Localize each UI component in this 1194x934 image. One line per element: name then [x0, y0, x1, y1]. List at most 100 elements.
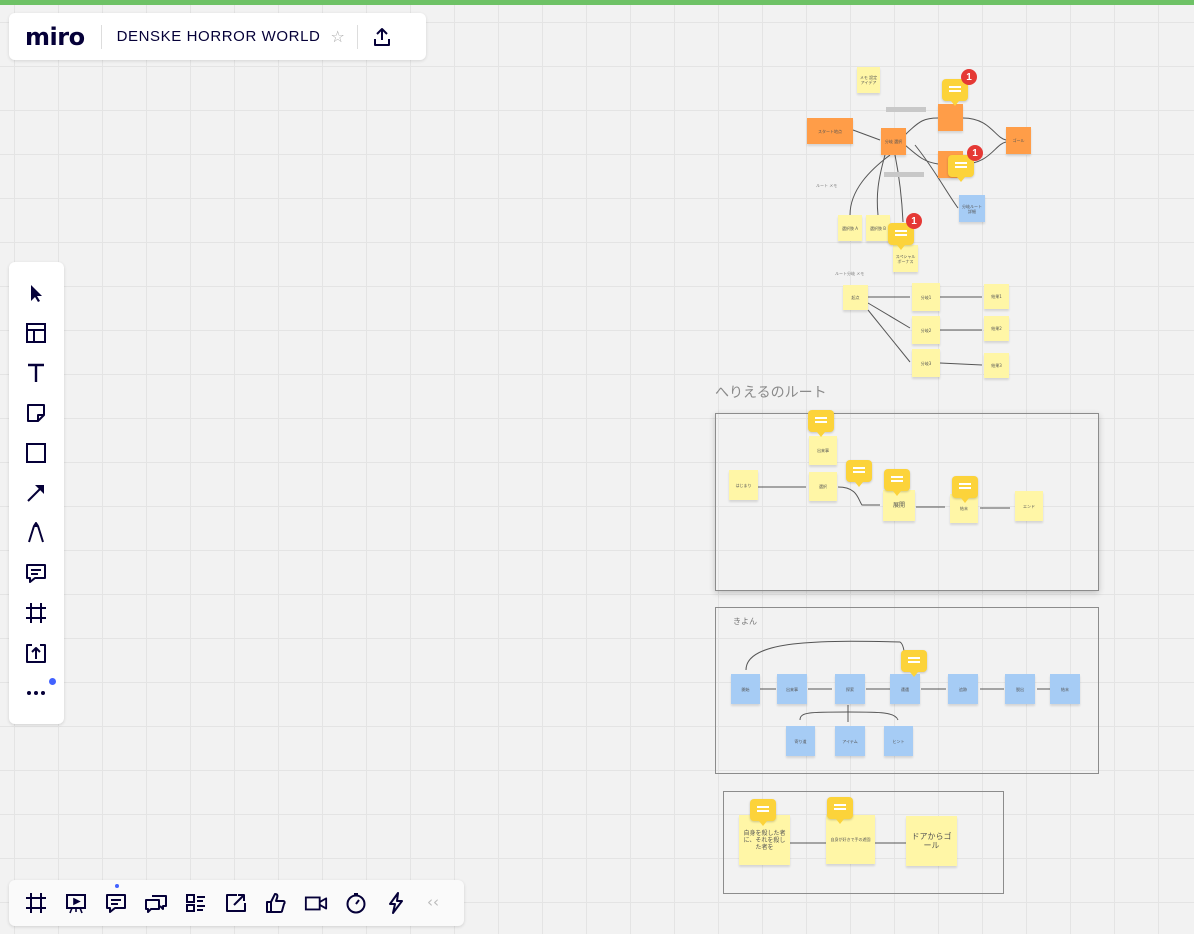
text-block[interactable]: [886, 107, 926, 112]
timer-icon: [346, 893, 366, 914]
comment-bubble[interactable]: [827, 797, 853, 824]
board-title[interactable]: DENSKE HORROR WORLD: [117, 28, 321, 45]
cards-icon: [186, 894, 205, 912]
sticky-note[interactable]: エンド: [1015, 491, 1043, 521]
share-screen-button[interactable]: [224, 891, 248, 915]
cursor-icon: [31, 285, 42, 302]
frames-button[interactable]: [24, 891, 48, 915]
sticky-note[interactable]: 結末: [1050, 674, 1080, 704]
sticky-note[interactable]: 遭遇: [890, 674, 920, 704]
notification-dot: [115, 884, 119, 888]
template-icon: [26, 323, 46, 343]
comment-bubble[interactable]: [952, 476, 978, 503]
sticky-note[interactable]: 分岐ルート 詳細: [959, 195, 985, 222]
sticky-note[interactable]: ドアからゴール: [906, 816, 957, 866]
frame-icon: [26, 893, 46, 913]
sticky-note[interactable]: 探索: [835, 674, 865, 704]
comment-bubble[interactable]: [750, 799, 776, 826]
chat-button[interactable]: [144, 891, 168, 915]
lightning-icon: [389, 892, 403, 914]
sticky-note[interactable]: 分岐2: [912, 316, 940, 344]
templates-tool[interactable]: [24, 321, 48, 345]
sticky-note[interactable]: ヒント: [884, 726, 913, 756]
text-icon: [28, 363, 44, 382]
select-tool[interactable]: [24, 281, 48, 305]
more-apps-tool[interactable]: [24, 681, 48, 705]
sticky-note[interactable]: 結果3: [984, 353, 1009, 378]
sticky-note[interactable]: 分岐3: [912, 349, 940, 377]
share-upload-button[interactable]: [368, 23, 396, 51]
frame-title: きよん: [733, 617, 757, 626]
shape-tool[interactable]: [24, 441, 48, 465]
sticky-note[interactable]: 出来事: [809, 436, 837, 465]
miro-logo[interactable]: miro: [25, 23, 85, 51]
text-annotation: ルート分岐 メモ: [835, 271, 865, 276]
comment-tool[interactable]: [24, 561, 48, 585]
board-header: miro DENSKE HORROR WORLD ☆: [9, 13, 426, 60]
more-icon: [27, 691, 45, 695]
sticky-note[interactable]: 起点: [843, 285, 868, 310]
divider: [100, 24, 102, 49]
chat-icon: [145, 895, 167, 913]
text-tool[interactable]: [24, 361, 48, 385]
sticky-note-icon: [27, 404, 45, 422]
upload-icon: [26, 644, 46, 663]
sticky-note[interactable]: はじまり: [729, 470, 758, 500]
comment-icon: [26, 564, 46, 583]
sticky-note[interactable]: 分岐 選択: [881, 128, 906, 155]
comment-icon: [106, 894, 126, 913]
present-button[interactable]: [64, 891, 88, 915]
sticky-note-tool[interactable]: [24, 401, 48, 425]
sticky-note[interactable]: 脱出: [1005, 674, 1035, 704]
sticky-note[interactable]: 分岐1: [912, 283, 940, 311]
sticky-note[interactable]: 選択肢 A: [838, 215, 862, 241]
cards-button[interactable]: [184, 891, 208, 915]
comment-bubble[interactable]: [884, 469, 910, 496]
screen-share-icon: [226, 894, 246, 912]
arrow-icon: [27, 485, 44, 502]
comment-bubble[interactable]: [846, 460, 872, 487]
pen-tool[interactable]: [24, 521, 48, 545]
unread-badge: 1: [967, 145, 983, 161]
comment-bubble[interactable]: [808, 410, 834, 437]
sticky-note[interactable]: アイテム: [835, 726, 865, 756]
sticky-note[interactable]: 開始: [731, 674, 760, 704]
text-annotation: ルート メモ: [816, 183, 838, 188]
unread-badge: 1: [906, 213, 922, 229]
unread-badge: 1: [961, 69, 977, 85]
sticky-note[interactable]: 選択肢 B: [866, 215, 890, 241]
upload-tool[interactable]: [24, 641, 48, 665]
pen-icon: [28, 522, 44, 543]
sticky-note[interactable]: [938, 104, 963, 131]
sticky-note[interactable]: ゴール: [1006, 127, 1031, 154]
frame-tool[interactable]: [24, 601, 48, 625]
comments-button[interactable]: [104, 891, 128, 915]
sticky-note[interactable]: 結果2: [984, 316, 1009, 341]
square-icon: [26, 443, 46, 463]
timer-button[interactable]: [344, 891, 368, 915]
sticky-note[interactable]: 寄り道: [786, 726, 815, 756]
sticky-note[interactable]: 出来事: [777, 674, 807, 704]
sticky-note[interactable]: 追跡: [948, 674, 978, 704]
collaboration-toolbar: ‹‹: [9, 880, 464, 926]
collapse-toolbar-icon[interactable]: ‹‹: [427, 893, 439, 911]
board-canvas[interactable]: メモ 設定 アイデア スタート地点 分岐 選択 ゴール 分岐ルート 詳細 ルート…: [0, 0, 1194, 934]
section-title: へりえるのルート: [715, 385, 827, 401]
sticky-note[interactable]: メモ 設定 アイデア: [857, 67, 880, 93]
sticky-note[interactable]: 自身が好きで手の遊園: [826, 815, 875, 864]
video-button[interactable]: [304, 891, 328, 915]
sticky-note[interactable]: 選択: [809, 472, 837, 501]
present-icon: [66, 894, 86, 914]
creation-toolbar: [9, 262, 64, 724]
comment-bubble[interactable]: [901, 650, 927, 677]
upload-icon: [373, 27, 390, 46]
notification-dot: [49, 678, 56, 685]
star-icon[interactable]: ☆: [330, 27, 344, 46]
video-icon: [304, 896, 328, 911]
connection-line-tool[interactable]: [24, 481, 48, 505]
sticky-note[interactable]: スタート地点: [807, 118, 853, 144]
voting-button[interactable]: [264, 891, 288, 915]
sticky-note[interactable]: 結果1: [984, 284, 1009, 309]
activity-button[interactable]: [384, 891, 408, 915]
text-block[interactable]: [884, 172, 924, 177]
